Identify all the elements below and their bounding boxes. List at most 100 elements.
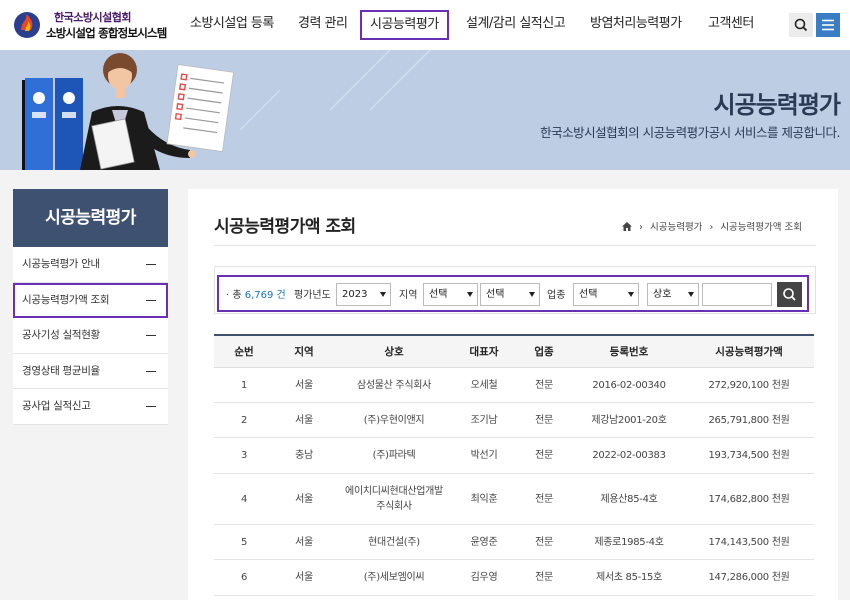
col-header-industry: 업종 — [534, 346, 554, 358]
nav-item-design-report[interactable]: 설계/감리 실적신고 — [466, 10, 566, 40]
chevron-down-icon — [688, 292, 694, 297]
cell-reg-no: 제용산85-4호 — [600, 493, 658, 505]
table-row[interactable]: 1 서울 삼성물산 주식회사 오세철 전문 2016-02-00340 272,… — [214, 368, 814, 403]
col-header-reg-no: 등록번호 — [609, 346, 649, 358]
cell-no: 5 — [240, 536, 248, 548]
cell-no: 3 — [240, 450, 248, 461]
col-header-no: 순번 — [234, 346, 254, 358]
cell-region: 서울 — [295, 493, 313, 505]
cell-region: 서울 — [295, 572, 313, 583]
table-row[interactable]: 5 서울 현대건설(주) 윤영준 전문 제종로1985-4호 174,143,5… — [214, 525, 814, 560]
cell-industry: 전문 — [535, 450, 553, 461]
sidebar-item-record-report[interactable]: 공사업 실적신고 — [13, 389, 168, 425]
cell-company[interactable]: 에이치디씨현대산업개발 주식회사 — [344, 474, 444, 524]
cell-ceo: 김우영 — [470, 572, 498, 583]
table-row[interactable]: 4 서울 에이치디씨현대산업개발 주식회사 최익훈 전문 제용산85-4호 17… — [214, 474, 814, 525]
col-header-region: 지역 — [294, 346, 314, 358]
hamburger-menu-icon — [822, 19, 834, 31]
breadcrumb-item[interactable]: 시공능력평가 — [650, 222, 702, 233]
home-icon[interactable] — [622, 222, 633, 231]
cell-ceo: 오세철 — [470, 379, 498, 391]
table-row[interactable]: 3 충남 (주)파라텍 박선기 전문 2022-02-00383 193,734… — [214, 438, 814, 474]
cell-no: 6 — [240, 572, 248, 583]
nav-item-registration[interactable]: 소방시설업 등록 — [190, 10, 274, 40]
chevron-down-icon — [628, 292, 634, 297]
cell-industry: 전문 — [535, 572, 553, 583]
cell-company[interactable]: 삼성물산 주식회사 — [334, 368, 454, 402]
sidebar-item-label: 경영상태 평균비율 — [22, 364, 100, 377]
col-header-ceo: 대표자 — [469, 346, 499, 358]
year-select-value: 2023 — [342, 289, 368, 300]
table-row[interactable]: 6 서울 (주)세보엠이씨 김우영 전문 제서초 85-15호 147,286,… — [214, 560, 814, 596]
nav-item-fireproofing-eval[interactable]: 방염처리능력평가 — [590, 10, 682, 40]
breadcrumb-separator: › — [709, 222, 714, 233]
cell-reg-no: 2022-02-00383 — [592, 450, 666, 461]
cell-eval-amount: 265,791,800 천원 — [708, 414, 790, 426]
cell-company[interactable]: (주)우현이앤지 — [334, 403, 454, 437]
cell-region: 서울 — [295, 536, 313, 548]
minus-icon — [146, 299, 156, 301]
col-header-company: 상호 — [384, 346, 404, 358]
cell-region: 충남 — [295, 450, 313, 461]
site-logo[interactable]: 한국소방시설협회 소방시설업 종합정보시스템 — [12, 8, 172, 44]
industry-select[interactable]: 선택 — [573, 283, 639, 306]
industry-label: 업종 — [547, 290, 566, 301]
breadcrumb-separator: › — [639, 222, 643, 233]
total-count: · 총 6,769 건 — [226, 286, 286, 301]
search-filter-bar: · 총 6,769 건 평가년도 2023 지역 선택 선택 업종 선택 상호 — [217, 275, 809, 312]
region-select[interactable]: 선택 — [423, 283, 478, 306]
header-search-button[interactable] — [789, 13, 813, 37]
cell-ceo: 박선기 — [470, 450, 498, 461]
breadcrumb-item[interactable]: 시공능력평가액 조회 — [720, 222, 802, 233]
banner-title: 시공능력평가 — [713, 91, 841, 119]
total-count-prefix: · 총 — [226, 290, 242, 301]
sidebar-item-label: 시공능력평가 안내 — [22, 258, 100, 270]
search-icon — [783, 288, 796, 301]
breadcrumb: › 시공능력평가 › 시공능력평가액 조회 — [622, 219, 802, 233]
minus-icon — [146, 406, 156, 407]
subregion-select-value: 선택 — [486, 289, 505, 300]
search-type-select-value: 상호 — [653, 289, 672, 300]
nav-item-career[interactable]: 경력 관리 — [298, 10, 348, 40]
cell-industry: 전문 — [535, 536, 553, 548]
sidebar-item-management-ratio[interactable]: 경영상태 평균비율 — [13, 354, 168, 389]
cell-reg-no: 제종로1985-4호 — [594, 536, 664, 548]
cell-industry: 전문 — [535, 414, 553, 426]
sidebar-item-guide[interactable]: 시공능력평가 안내 — [13, 247, 168, 283]
header-menu-button[interactable] — [816, 13, 840, 37]
cell-company[interactable]: 현대건설(주) — [334, 525, 454, 559]
total-count-value: 6,769 건 — [244, 290, 286, 301]
minus-icon — [146, 264, 156, 265]
region-label: 지역 — [399, 290, 418, 301]
cell-reg-no: 제서초 85-15호 — [595, 572, 663, 583]
logo-system-name: 소방시설업 종합정보시스템 — [46, 26, 167, 40]
sidebar-item-label: 공사업 실적신고 — [22, 400, 91, 412]
sidebar-item-label: 시공능력평가액 조회 — [22, 293, 110, 306]
cell-company[interactable]: (주)파라텍 — [334, 438, 454, 473]
search-submit-button[interactable] — [777, 282, 802, 307]
sidebar-item-eval-amount[interactable]: 시공능력평가액 조회 — [13, 282, 168, 318]
year-select[interactable]: 2023 — [336, 283, 391, 306]
cell-industry: 전문 — [535, 379, 553, 391]
table-header: 순번 지역 상호 대표자 업종 등록번호 시공능력평가액 — [214, 336, 814, 368]
cell-reg-no: 제강남2001-20호 — [591, 414, 667, 426]
logo-flame-icon — [14, 12, 40, 38]
search-type-select[interactable]: 상호 — [647, 283, 699, 306]
nav-item-construction-eval[interactable]: 시공능력평가 — [360, 10, 449, 40]
cell-region: 서울 — [295, 379, 313, 391]
chevron-down-icon — [380, 292, 386, 297]
cell-company[interactable]: (주)세보엠이씨 — [334, 560, 454, 595]
logo-org-name: 한국소방시설협회 — [54, 11, 131, 24]
banner-subtitle: 한국소방시설협회의 시공능력평가공시 서비스를 제공합니다. — [540, 125, 840, 140]
chevron-down-icon — [467, 292, 473, 297]
sidebar-item-progress-record[interactable]: 공사기성 실적현황 — [13, 318, 168, 354]
search-input[interactable] — [702, 283, 772, 306]
cell-no: 1 — [240, 379, 248, 391]
cell-reg-no: 2016-02-00340 — [592, 379, 666, 391]
page-title: 시공능력평가액 조회 — [214, 217, 356, 237]
nav-item-customer-center[interactable]: 고객센터 — [708, 10, 754, 40]
table-row[interactable]: 2 서울 (주)우현이앤지 조기남 전문 제강남2001-20호 265,791… — [214, 403, 814, 438]
subregion-select[interactable]: 선택 — [480, 283, 540, 306]
minus-icon — [146, 370, 156, 372]
main-content: 시공능력평가액 조회 › 시공능력평가 › 시공능력평가액 조회 · 총 6,7… — [188, 189, 838, 600]
